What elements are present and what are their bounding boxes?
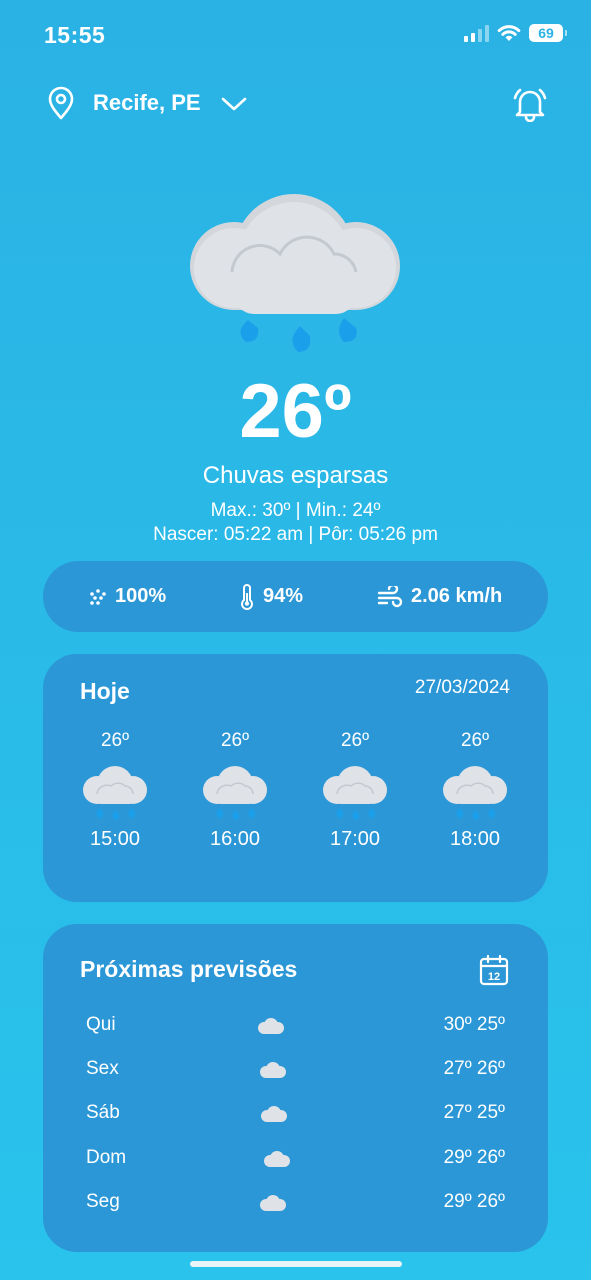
forecast-temps: 27º 25º bbox=[443, 1102, 505, 1123]
svg-text:12: 12 bbox=[488, 971, 500, 983]
forecast-card: Próximas previsões 12 Qui 30º 25º Sex 27… bbox=[43, 924, 548, 1252]
chevron-down-icon[interactable] bbox=[220, 94, 248, 114]
sunrise-sunset: Nascer: 05:22 am | Pôr: 05:26 pm bbox=[153, 524, 438, 545]
wind-icon bbox=[377, 585, 403, 607]
calendar-icon[interactable]: 12 bbox=[479, 954, 509, 986]
cloud-icon bbox=[261, 1106, 287, 1122]
forecast-row: Dom 29º 26º bbox=[43, 1141, 548, 1177]
forecast-temps: 27º 26º bbox=[443, 1058, 505, 1079]
forecast-day: Seg bbox=[86, 1191, 120, 1212]
rain-value: 100% bbox=[115, 585, 167, 607]
forecast-day: Dom bbox=[86, 1147, 127, 1168]
forecast-day: Sáb bbox=[86, 1102, 120, 1123]
wind-stat: 2.06 km/h bbox=[377, 561, 502, 632]
forecast-day: Qui bbox=[86, 1014, 116, 1035]
current-condition: Chuvas esparsas bbox=[202, 462, 389, 489]
rain-cloud-icon bbox=[443, 766, 507, 820]
rain-stat: 100% bbox=[89, 561, 166, 632]
forecast-temps: 30º 25º bbox=[443, 1014, 505, 1035]
wifi-icon bbox=[497, 25, 521, 41]
battery-icon: 69 bbox=[529, 24, 567, 42]
rain-cloud-icon bbox=[203, 766, 267, 820]
hourly-item: 26º 18:00 bbox=[435, 730, 515, 851]
hourly-item: 26º 17:00 bbox=[315, 730, 395, 851]
hourly-temp: 26º bbox=[220, 730, 250, 751]
forecast-title: Próximas previsões bbox=[80, 956, 298, 982]
location-pin-icon bbox=[48, 86, 74, 120]
wind-value: 2.06 km/h bbox=[411, 585, 503, 607]
today-date: 27/03/2024 bbox=[414, 677, 510, 698]
hourly-time: 18:00 bbox=[449, 828, 501, 850]
rain-cloud-icon bbox=[323, 766, 387, 820]
humidity-value: 94% bbox=[263, 585, 304, 607]
status-icons: 69 bbox=[464, 24, 567, 42]
home-indicator[interactable] bbox=[190, 1261, 402, 1267]
cloud-icon bbox=[264, 1151, 290, 1167]
today-title: Hoje bbox=[80, 678, 130, 704]
forecast-row: Seg 29º 26º bbox=[43, 1185, 548, 1221]
forecast-row: Sáb 27º 25º bbox=[43, 1096, 548, 1132]
current-temperature: 26º bbox=[239, 369, 352, 454]
hourly-time: 17:00 bbox=[329, 828, 381, 850]
weather-stats-bar: 100% 94% 2.06 km/h bbox=[43, 561, 548, 632]
cellular-signal-icon bbox=[464, 24, 489, 42]
thermometer-icon bbox=[241, 583, 253, 610]
rain-cloud-icon bbox=[83, 766, 147, 820]
hourly-item: 26º 15:00 bbox=[75, 730, 155, 851]
hourly-temp: 26º bbox=[340, 730, 370, 751]
today-card: Hoje 27/03/2024 26º 15:00 26º 16:00 26º bbox=[43, 654, 548, 902]
rain-dots-icon bbox=[90, 588, 106, 605]
cloud-icon bbox=[258, 1018, 284, 1034]
bell-icon[interactable] bbox=[512, 86, 548, 122]
hourly-temp: 26º bbox=[100, 730, 130, 751]
hourly-item: 26º 16:00 bbox=[195, 730, 275, 851]
hourly-time: 16:00 bbox=[209, 828, 261, 850]
location-name[interactable]: Recife, PE bbox=[93, 90, 201, 116]
forecast-day: Sex bbox=[86, 1058, 119, 1079]
forecast-temps: 29º 26º bbox=[443, 1147, 505, 1168]
forecast-row: Sex 27º 26º bbox=[43, 1052, 548, 1088]
cloud-icon bbox=[260, 1062, 286, 1078]
cloud-icon bbox=[260, 1195, 286, 1211]
forecast-row: Qui 30º 25º bbox=[43, 1008, 548, 1044]
hourly-time: 15:00 bbox=[89, 828, 141, 850]
humidity-stat: 94% bbox=[239, 561, 303, 632]
min-max-temperature: Max.: 30º | Min.: 24º bbox=[210, 500, 381, 521]
status-time: 15:55 bbox=[44, 22, 106, 48]
forecast-temps: 29º 26º bbox=[443, 1191, 505, 1212]
rain-cloud-icon bbox=[190, 194, 400, 352]
hourly-temp: 26º bbox=[460, 730, 490, 751]
